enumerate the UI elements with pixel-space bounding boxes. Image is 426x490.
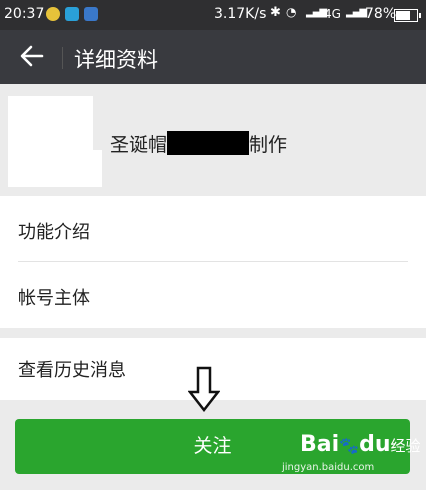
wifi-icon: ◔ [286,5,297,19]
row-label: 功能介绍 [18,222,90,243]
profile-header: 圣诞帽 制作 [0,84,426,196]
watermark-logo: Bai [300,432,340,457]
network-type: 4G [324,7,341,21]
account-name-prefix: 圣诞帽 [110,134,168,156]
paw-icon: 🐾 [339,436,360,455]
watermark: Bai🐾du经验 jingyan.baidu.com [282,432,421,473]
row-function-intro[interactable]: 功能介绍 [0,196,426,262]
watermark-url: jingyan.baidu.com [282,462,375,473]
row-label: 帐号主体 [18,288,90,309]
info-group: 功能介绍 帐号主体 [0,196,426,328]
battery-percent: 78% [365,6,397,22]
redaction-block [167,131,250,155]
title-bar: 详细资料 [0,30,426,84]
account-name-suffix: 制作 [249,134,288,156]
notification-app-icon [46,7,60,21]
row-account-owner[interactable]: 帐号主体 [0,262,426,328]
row-label: 查看历史消息 [18,360,126,381]
battery-tip [419,13,421,18]
title-divider [62,47,63,69]
watermark-logo: du [359,432,391,457]
signal-icon: ▂▄▆ [346,7,367,18]
page-title: 详细资料 [74,48,158,72]
account-name: 圣诞帽 制作 [110,130,287,157]
watermark-suffix: 经验 [390,437,421,455]
avatar [8,150,102,187]
avatar[interactable] [8,96,93,154]
notification-app-icon [65,7,79,21]
status-time: 20:37 [4,6,45,22]
battery-icon [394,9,421,22]
upload-icon [84,7,98,21]
arrow-down-icon [188,366,220,412]
battery-fill [396,11,411,20]
bluetooth-icon: ✱ [270,5,281,20]
arrow-left-icon[interactable] [18,42,46,70]
network-speed: 3.17K/s [214,6,267,22]
status-bar: 20:37 3.17K/s ✱ ◔ ▂▄▆ 4G ▂▄▆ 78% [0,0,426,30]
